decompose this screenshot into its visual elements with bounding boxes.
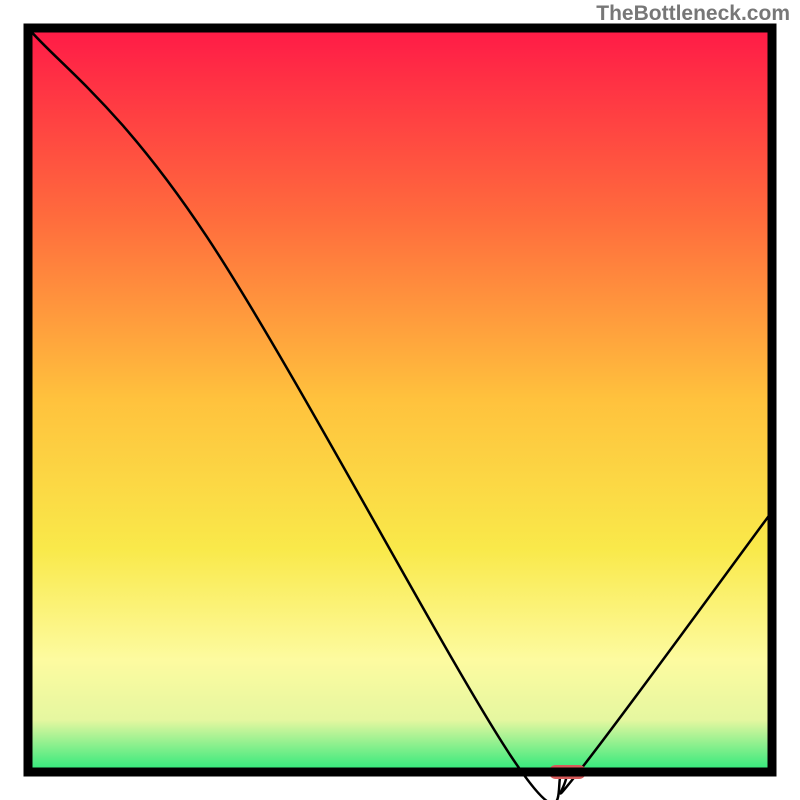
chart-container: TheBottleneck.com — [0, 0, 800, 800]
bottleneck-chart — [0, 0, 800, 800]
plot-background — [28, 28, 772, 772]
watermark-text: TheBottleneck.com — [596, 2, 790, 26]
